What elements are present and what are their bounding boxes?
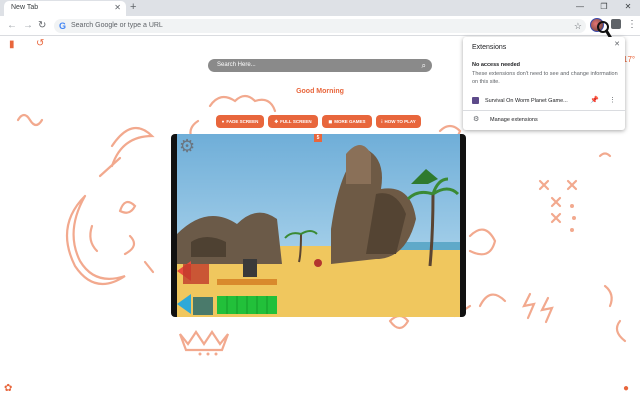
restore-button[interactable]: ❐	[592, 0, 616, 16]
tab-close-icon[interactable]: ✕	[114, 3, 121, 13]
full-screen-button[interactable]: ✥ FULL SCREEN	[268, 115, 318, 128]
info-icon[interactable]: ●	[623, 383, 629, 394]
search-placeholder: Search Here...	[217, 62, 256, 68]
extension-item-name[interactable]: Survival On Worm Planet Game...	[485, 97, 568, 105]
manage-extensions-link[interactable]: Manage extensions	[490, 116, 538, 124]
omnibox[interactable]: G Search Google or type a URL ☆	[54, 19, 586, 33]
how-to-play-label: HOW TO PLAY	[384, 119, 416, 124]
bookmark-icon[interactable]: ▮	[9, 39, 15, 50]
settings-gear-icon[interactable]: ✿	[4, 383, 12, 394]
minimize-button[interactable]: —	[568, 0, 592, 16]
game-viewport[interactable]: ⚙ 5	[171, 134, 466, 317]
expand-icon: ✥	[274, 118, 279, 124]
omnibox-placeholder: Search Google or type a URL	[71, 22, 163, 29]
game-scene	[177, 134, 460, 317]
browser-window: New Tab ✕ + — ❐ ✕ ← → ↻ G Search Google …	[0, 0, 640, 400]
fade-screen-label: FADE SCREEN	[226, 119, 259, 124]
manage-gear-icon: ⚙	[473, 116, 480, 123]
google-icon: G	[59, 21, 67, 31]
forward-button[interactable]: →	[23, 19, 33, 32]
game-level-badge: 5	[314, 134, 322, 142]
extension-more-icon[interactable]: ⋮	[609, 96, 616, 105]
divider	[463, 110, 625, 111]
no-access-heading: No access needed	[472, 62, 520, 68]
page-search-input[interactable]: Search Here... ⌕	[208, 59, 432, 72]
extensions-popup-title: Extensions	[472, 44, 507, 51]
game-settings-gear-icon[interactable]: ⚙	[179, 136, 195, 156]
chrome-menu-icon[interactable]: ⋮	[627, 18, 637, 31]
history-icon[interactable]: ↺	[36, 38, 44, 49]
fade-screen-button[interactable]: ● FADE SCREEN	[216, 115, 264, 128]
reload-button[interactable]: ↻	[38, 19, 46, 32]
new-tab-button[interactable]: +	[130, 1, 136, 13]
browser-toolbar: ← → ↻ G Search Google or type a URL ☆ ⋮	[0, 16, 640, 36]
extensions-popup: Extensions ✕ No access needed These exte…	[463, 37, 625, 130]
bookmark-star-icon[interactable]: ☆	[574, 20, 582, 32]
tab-title: New Tab	[11, 4, 39, 11]
bulb-icon: ●	[221, 119, 225, 124]
search-icon[interactable]: ⌕	[422, 60, 426, 71]
window-close-button[interactable]: ✕	[616, 0, 640, 16]
more-games-button[interactable]: ◼ MORE GAMES	[322, 115, 372, 128]
pin-icon[interactable]: 📌	[590, 96, 599, 105]
info-small-icon: i	[381, 119, 383, 124]
greeting-text: Good Morning	[296, 88, 344, 95]
tab-strip: New Tab ✕ + — ❐ ✕	[0, 0, 640, 16]
more-games-label: MORE GAMES	[334, 119, 366, 124]
back-button[interactable]: ←	[7, 19, 17, 32]
no-access-description: These extensions don't need to see and c…	[472, 71, 618, 85]
tab-new-tab[interactable]: New Tab ✕	[4, 1, 126, 16]
window-controls: — ❐ ✕	[568, 0, 640, 16]
extension-game-icon	[472, 97, 479, 104]
full-screen-label: FULL SCREEN	[280, 119, 312, 124]
gamepad-icon: ◼	[328, 118, 333, 124]
extensions-popup-close-icon[interactable]: ✕	[614, 40, 620, 48]
how-to-play-button[interactable]: i HOW TO PLAY	[376, 115, 421, 128]
